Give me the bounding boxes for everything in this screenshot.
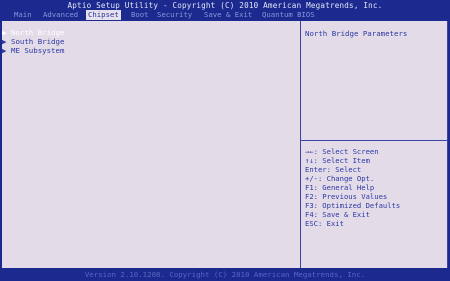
key-select-screen: →←: Select Screen [305,147,379,156]
tab-chipset[interactable]: Chipset [86,10,121,20]
help-text: North Bridge Parameters [305,29,408,38]
tab-advanced[interactable]: Advanced [43,10,78,20]
key-select-item: ↑↓: Select Item [305,156,370,165]
key-previous-values: F2: Previous Values [305,192,388,201]
key-change-opt: +/-: Change Opt. [305,174,375,183]
menu-item-label: North Bridge [11,28,65,37]
menu-item-me-subsystem[interactable]: ▶ ME Subsystem [2,46,64,55]
submenu-arrow-icon: ▶ [2,37,7,46]
panel-divider-horizontal [301,140,448,141]
menu-item-south-bridge[interactable]: ▶ South Bridge [2,37,64,46]
panel-divider-vertical [300,21,301,268]
key-esc-exit: ESC: Exit [305,219,344,228]
key-legend: →←: Select Screen ↑↓: Select Item Enter:… [305,147,400,228]
menu-item-label: ME Subsystem [11,46,65,55]
tab-bar: Main Advanced Chipset Boot Security Save… [0,10,450,20]
menu-item-north-bridge[interactable]: ▶ North Bridge [2,28,64,37]
key-general-help: F1: General Help [305,183,375,192]
tab-security[interactable]: Security [157,10,192,20]
version-footer: Version 2.10.1208. Copyright (C) 2010 Am… [84,270,366,279]
submenu-arrow-icon: ▶ [2,28,7,37]
tab-save-exit[interactable]: Save & Exit [204,10,252,20]
key-enter-select: Enter: Select [305,165,362,174]
main-panel: ▶ North Bridge ▶ South Bridge ▶ ME Subsyste… [2,21,448,268]
key-optimized-defaults: F3: Optimized Defaults [305,201,401,210]
key-save-exit: F4: Save & Exit [305,210,370,219]
tab-quantum-bios[interactable]: Quantum BIOS [262,10,315,20]
menu-item-label: South Bridge [11,37,65,46]
submenu-arrow-icon: ▶ [2,46,7,55]
app-title: Aptio Setup Utility - Copyright (C) 2010… [67,1,383,10]
tab-boot[interactable]: Boot [131,10,149,20]
tab-main[interactable]: Main [14,10,32,20]
